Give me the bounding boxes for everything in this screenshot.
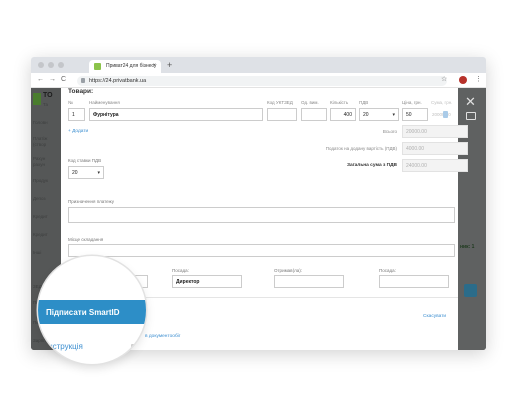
bank-logo-icon [33,93,41,105]
close-icon[interactable]: ✕ [465,94,476,110]
total-label: Всього [382,129,397,134]
window-controls [38,62,64,68]
back-icon[interactable]: ← [37,76,44,83]
position-label-1: Посада: [172,268,189,273]
uktzed-code-field[interactable] [267,108,297,121]
receiver-input[interactable] [274,275,344,288]
minimize-window-dot[interactable] [48,62,54,68]
col-header-code: Код УКТЗЕД [267,100,293,105]
browser-menu-icon[interactable]: ⋮ [475,75,482,83]
total-with-vat-label: Загальна сума з ПДВ [346,163,397,168]
vat-rate-select[interactable]: 20 ▾ [68,166,104,179]
search-button[interactable] [464,284,477,297]
vat-select[interactable]: 20 ▾ [359,108,399,121]
receiver-label: Отримав(ла): [274,268,302,273]
vat-amount-label: Податок на додану вартість (ПДВ) [325,146,397,151]
forward-icon[interactable]: → [49,76,56,83]
col-header-price: Ціна, грн. [402,100,422,105]
lock-icon [81,78,85,83]
vat-rate-label: Код ставки ПДВ [68,158,102,163]
browser-tab[interactable]: Приват24 для бізнесу × [89,60,161,73]
maximize-window-dot[interactable] [58,62,64,68]
send-to-docflow-link[interactable]: в документообіг [145,334,181,339]
total-with-vat-field: 24000.00 [402,159,468,172]
privatbank-favicon-icon [94,63,101,70]
instruction-link[interactable]: Інструкція [46,342,83,351]
sidebar-item[interactable]: Зарпл [33,338,46,343]
position-input-2[interactable] [379,275,449,288]
add-row-link[interactable]: + Додати [68,129,88,134]
col-header-num: № [68,100,73,105]
price-field[interactable]: 50 [402,108,428,121]
goods-title: Товари: [68,88,94,95]
chat-icon[interactable] [466,112,476,120]
col-header-unit: Од. вим. [301,100,319,105]
sidebar-item[interactable]: Депоз [33,196,46,201]
browser-toolbar: ← → C https://24.privatbank.ua ☆ ⋮ [31,73,486,88]
place-label: Місце складання [68,237,104,242]
reload-icon[interactable]: C [61,76,66,83]
chevron-down-icon: ▾ [97,170,100,176]
logo-text: ТО [43,92,53,99]
position-input-1[interactable]: Директор [172,275,242,288]
total-field: 20000.00 [402,125,468,138]
trash-icon[interactable] [443,111,448,118]
col-header-vat: ПДВ [359,100,369,105]
address-bar[interactable]: https://24.privatbank.ua [77,76,447,86]
col-header-sum: Сума, грн. [431,100,453,105]
magnifier-callout: Підписати SmartID Інструкція [38,256,146,364]
background-label: ник: 1 [460,244,475,250]
chevron-down-icon: ▾ [392,112,395,118]
sidebar-item[interactable]: Кредит [33,214,48,219]
screenshot-stage: Приват24 для бізнесу × + ← → C https://2… [0,0,515,416]
tab-close-icon[interactable]: × [152,63,156,69]
bookmark-star-icon[interactable]: ☆ [441,75,447,83]
sidebar-item[interactable]: Головн [33,120,48,125]
cancel-link[interactable]: Скасувати [423,314,446,319]
close-window-dot[interactable] [38,62,44,68]
document-icon [131,344,138,353]
vat-rate-value: 20 [72,170,78,176]
new-tab-button[interactable]: + [167,60,172,70]
quantity-field[interactable]: 400 [330,108,356,121]
purpose-label: Призначення платежу [68,199,114,204]
unit-field[interactable] [301,108,327,121]
sidebar-item[interactable]: Інші [33,250,41,255]
url-text: https://24.privatbank.ua [89,78,147,84]
sidebar-item[interactable]: ЗЕД [33,284,42,289]
logo-subtext: Та [43,102,49,107]
vat-amount-field: 4000.00 [402,142,468,155]
tab-title: Приват24 для бізнесу [106,63,157,69]
sidebar-item[interactable]: Кредит [33,232,48,237]
sidebar-item[interactable]: Рахун [33,156,45,161]
col-header-qty: Кількість [330,100,349,105]
sidebar-item[interactable]: Платіж [33,136,47,141]
col-header-name: Найменування [89,100,120,105]
purpose-input[interactable] [68,207,455,223]
position-label-2: Посада: [379,268,396,273]
product-name-field[interactable]: Фурнітура [89,108,263,121]
row-num-field[interactable]: 1 [68,108,85,121]
place-input[interactable] [68,244,455,257]
sidebar-item[interactable]: рахун [33,162,45,167]
sidebar-item[interactable]: (створ [33,142,46,147]
extension-icon[interactable] [459,76,467,84]
tab-bar: Приват24 для бізнесу × + [31,57,486,73]
sidebar-item[interactable]: Продук [33,178,48,183]
sign-smartid-button[interactable]: Підписати SmartID [38,300,146,324]
vat-select-value: 20 [363,112,369,118]
